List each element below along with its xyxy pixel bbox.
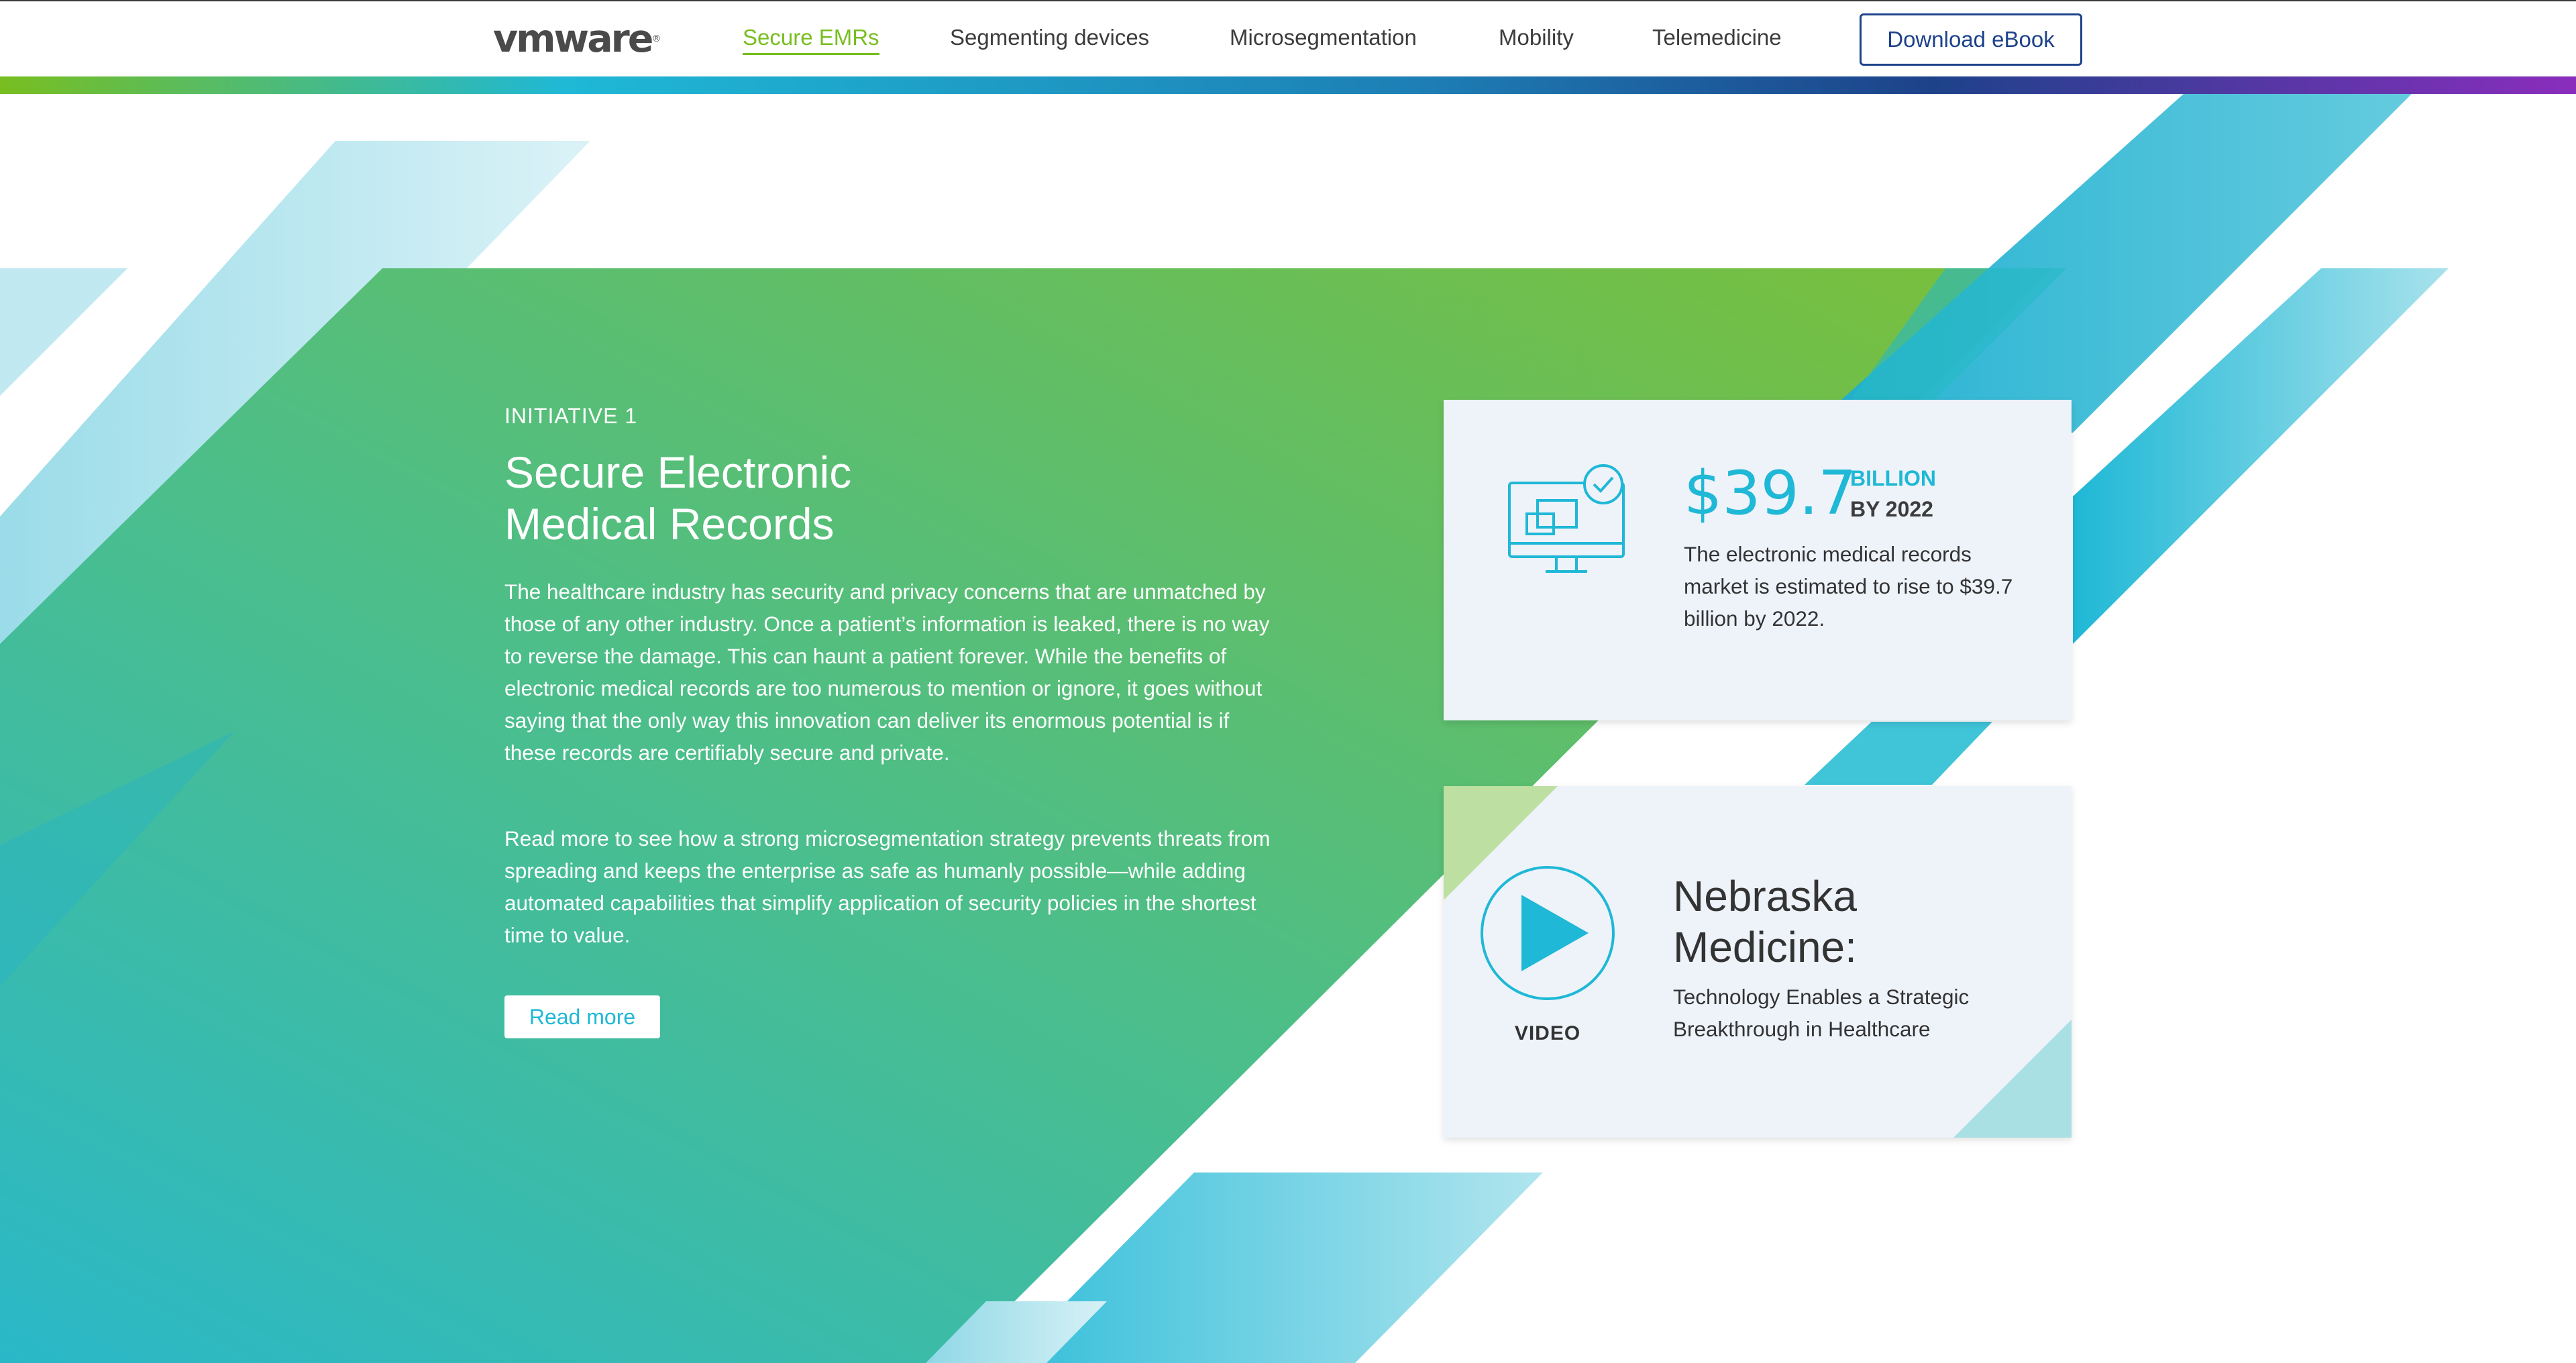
hero-paragraph-1: The healthcare industry has security and… <box>504 580 1270 765</box>
nav-link-telemedicine[interactable]: Telemedicine <box>1652 24 1782 51</box>
hero-title-line-2: Medical Records <box>504 499 835 549</box>
read-more-button[interactable]: Read more <box>504 995 660 1038</box>
stat-value: $39.7 <box>1684 458 1857 529</box>
video-title-line-2: Medicine: <box>1673 923 1857 971</box>
vmware-logo[interactable]: vmware® <box>493 20 661 58</box>
download-ebook-button[interactable]: Download eBook <box>1860 13 2082 66</box>
nav-link-mobility[interactable]: Mobility <box>1499 24 1574 51</box>
stat-description: The electronic medical records market is… <box>1684 542 2013 631</box>
hero-paragraph-2: Read more to see how a strong microsegme… <box>504 826 1271 947</box>
registered-mark: ® <box>651 34 661 44</box>
header-gradient-strip <box>0 76 2576 94</box>
play-icon[interactable] <box>1480 865 1615 1001</box>
nav-link-secure-emrs[interactable]: Secure EMRs <box>743 24 879 55</box>
stat-year: BY 2022 <box>1850 497 1933 521</box>
hero-title-line-1: Secure Electronic <box>504 447 852 497</box>
video-card[interactable]: VIDEO Nebraska Medicine: Technology Enab… <box>1444 786 2072 1138</box>
monitor-check-icon <box>1508 464 1625 573</box>
logo-text: vmware <box>493 17 653 61</box>
video-subtitle: Technology Enables a Strategic Breakthro… <box>1673 985 1970 1041</box>
video-label: VIDEO <box>1514 1022 1581 1044</box>
hero-title: Secure Electronic Medical Records <box>504 447 974 550</box>
nav-link-microsegmentation[interactable]: Microsegmentation <box>1230 24 1417 51</box>
stat-card: $39.7 BILLION BY 2022 The electronic med… <box>1444 400 2072 720</box>
stat-unit: BILLION <box>1850 466 1936 490</box>
initiative-eyebrow: INITIATIVE 1 <box>504 404 638 428</box>
hero-background-graphic <box>0 94 2449 1363</box>
top-navigation-bar: vmware® Secure EMRs Segmenting devices M… <box>0 0 2576 76</box>
nav-link-segmenting-devices[interactable]: Segmenting devices <box>950 24 1149 51</box>
video-title: Nebraska Medicine: <box>1673 871 2049 973</box>
video-title-line-1: Nebraska <box>1673 872 1857 920</box>
